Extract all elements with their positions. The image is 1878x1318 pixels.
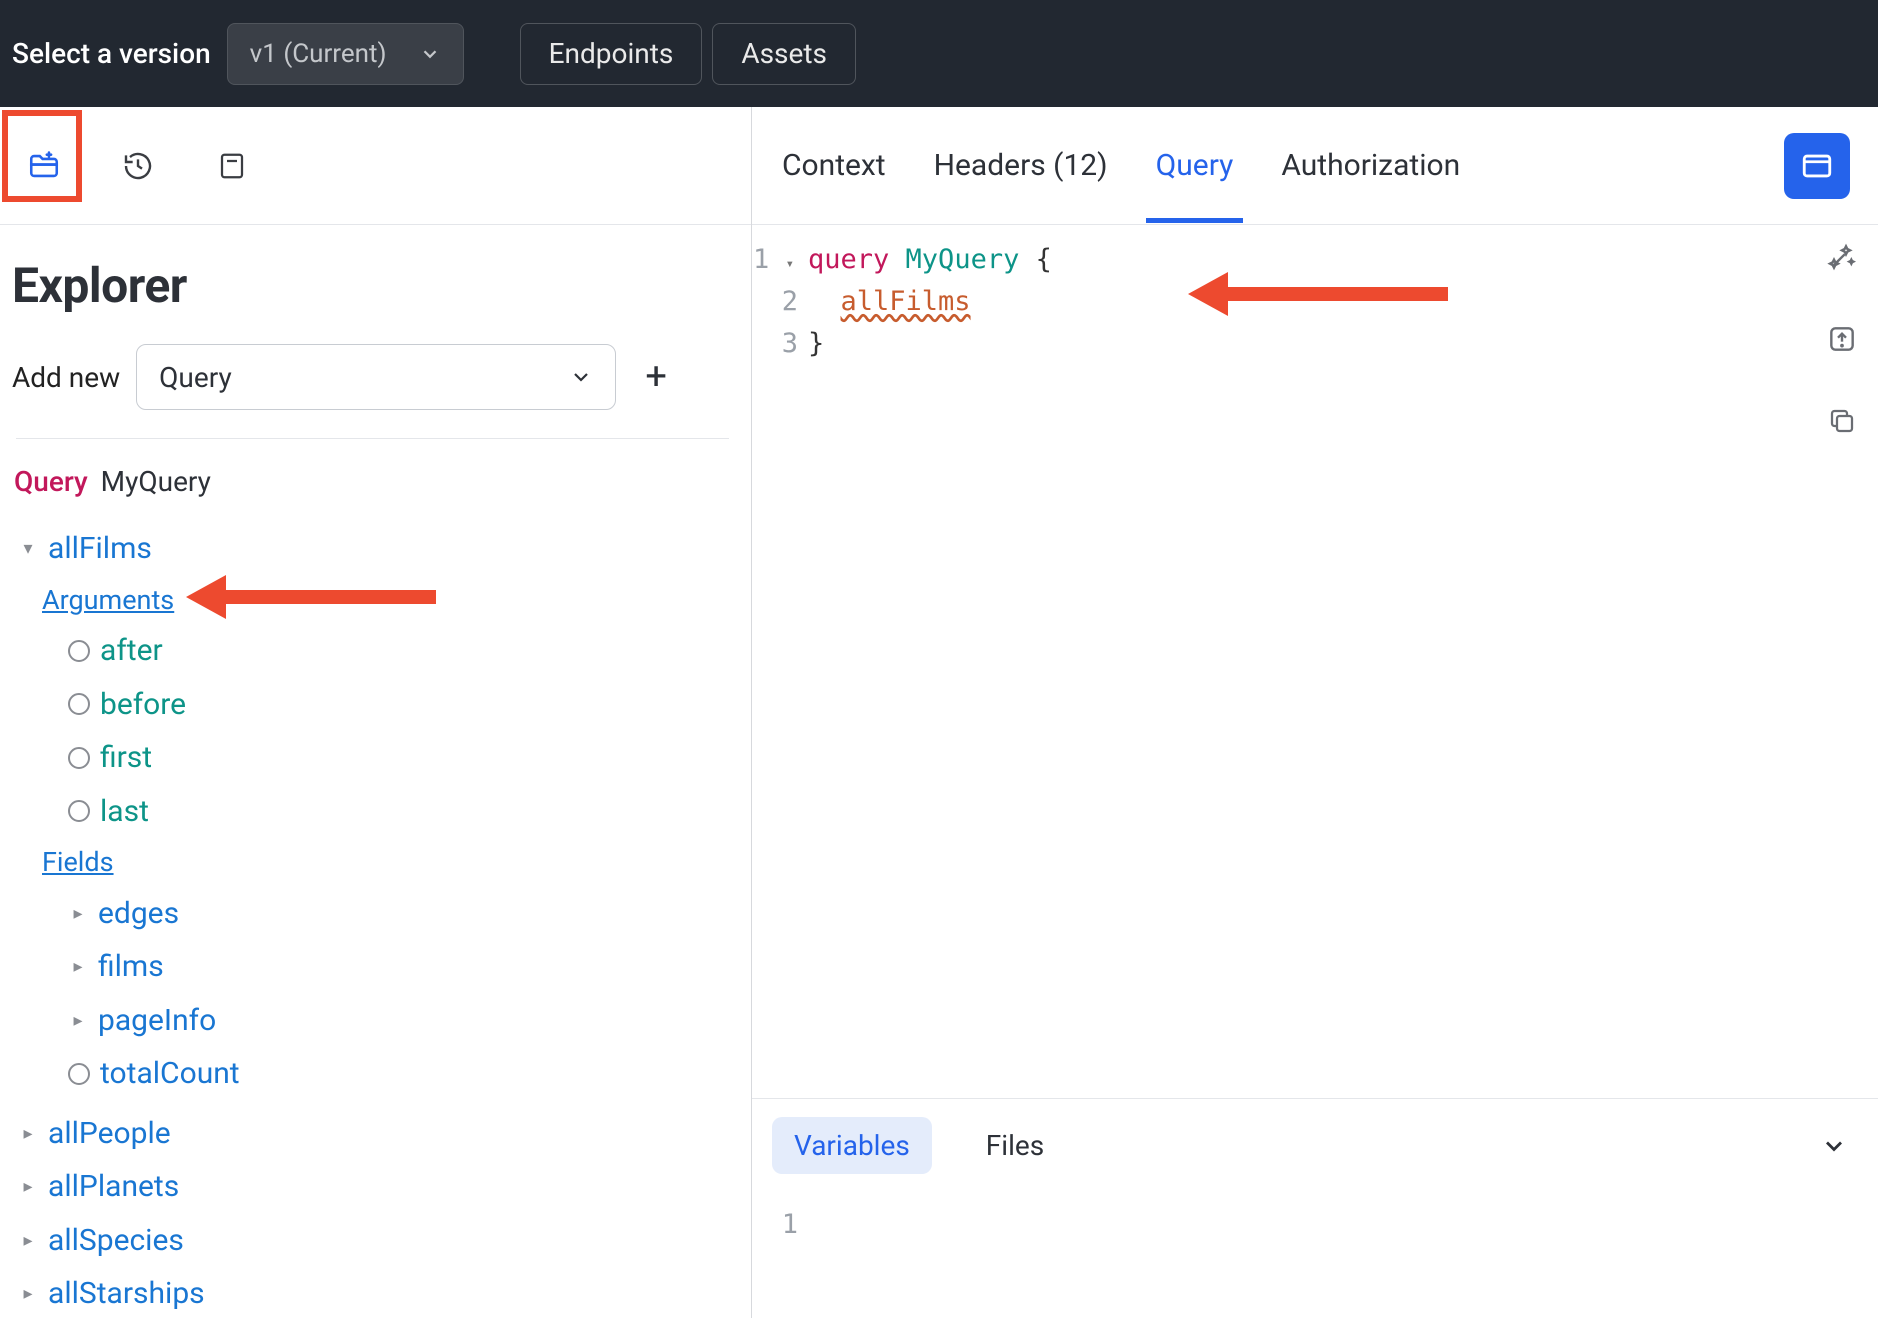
- tree-node-label: allPeople: [48, 1109, 171, 1159]
- tree-node-label: allStarships: [48, 1269, 205, 1318]
- tree-field-edges[interactable]: ▸edges: [12, 887, 733, 941]
- code-editor[interactable]: 1 ▾23 query MyQuery { allFilms}: [752, 225, 1878, 1098]
- editor-tabs: Context Headers (12) Query Authorization: [752, 107, 1878, 225]
- tree-arg-first[interactable]: first: [12, 731, 733, 785]
- variables-editor[interactable]: 1: [752, 1184, 1878, 1252]
- tab-query[interactable]: Query: [1154, 108, 1236, 223]
- addnew-label: Add new: [12, 361, 120, 394]
- right-panel: Context Headers (12) Query Authorization…: [752, 107, 1878, 1318]
- tab-headers[interactable]: Headers (12): [932, 108, 1110, 223]
- tree-node-allpeople[interactable]: ▸allPeople: [12, 1107, 733, 1161]
- left-toolbar: [0, 107, 751, 225]
- tree-field-label: totalCount: [100, 1049, 240, 1099]
- variables-line-number: 1: [752, 1204, 798, 1246]
- left-panel: Explorer Add new Query + Query MyQuery ▾…: [0, 107, 752, 1318]
- tree-node-allstarships[interactable]: ▸allStarships: [12, 1267, 733, 1318]
- bottom-panel-toggle[interactable]: [1820, 1132, 1858, 1160]
- tab-context[interactable]: Context: [780, 108, 888, 223]
- run-button[interactable]: [1784, 133, 1850, 199]
- tab-variables[interactable]: Variables: [772, 1117, 932, 1174]
- tree-field-label: pageInfo: [98, 996, 216, 1046]
- tree-field-pageInfo[interactable]: ▸pageInfo: [12, 994, 733, 1048]
- tree-node-label: allFilms: [48, 524, 152, 574]
- tree-field-label: edges: [98, 889, 179, 939]
- bottom-panel: Variables Files 1: [752, 1098, 1878, 1318]
- addnew-plus-button[interactable]: +: [632, 358, 680, 396]
- magic-wand-icon[interactable]: [1824, 239, 1860, 275]
- copy-icon[interactable]: [1824, 403, 1860, 439]
- tree-section-label: Arguments: [42, 578, 174, 623]
- breadcrumb: Query MyQuery: [12, 465, 733, 498]
- collapse-icon[interactable]: [1824, 321, 1860, 357]
- addnew-select[interactable]: Query: [136, 344, 616, 410]
- version-select-text: v1 (Current): [250, 39, 387, 69]
- editor-gutter: 1 ▾23: [752, 225, 808, 1098]
- query-tree: ▾ allFilms Arguments afterbeforefirstlas…: [12, 522, 733, 1318]
- tree-arg-label: last: [100, 787, 149, 837]
- tree-section-arguments[interactable]: Arguments: [12, 576, 733, 625]
- endpoints-button[interactable]: Endpoints: [520, 23, 703, 85]
- tree-field-totalCount[interactable]: totalCount: [12, 1047, 733, 1101]
- assets-button[interactable]: Assets: [712, 23, 856, 85]
- version-label: Select a version: [12, 37, 211, 70]
- tree-node-label: allSpecies: [48, 1216, 184, 1266]
- archive-icon[interactable]: [210, 144, 254, 188]
- divider: [16, 438, 729, 439]
- radio-icon: [68, 1063, 90, 1085]
- line-number: 1 ▾: [752, 239, 798, 281]
- chevron-down-icon: [569, 365, 593, 389]
- breadcrumb-name[interactable]: MyQuery: [101, 465, 211, 498]
- breadcrumb-type[interactable]: Query: [14, 465, 88, 498]
- tree-node-allspecies[interactable]: ▸allSpecies: [12, 1214, 733, 1268]
- editor-side-tools: [1824, 239, 1860, 439]
- chevron-down-icon: [1820, 1132, 1848, 1160]
- tree-arg-after[interactable]: after: [12, 624, 733, 678]
- code-line: query MyQuery {: [808, 239, 1052, 281]
- radio-icon: [68, 800, 90, 822]
- radio-icon: [68, 693, 90, 715]
- code-line: }: [808, 323, 1052, 365]
- tree-arg-last[interactable]: last: [12, 785, 733, 839]
- editor-code[interactable]: query MyQuery { allFilms}: [808, 225, 1052, 1098]
- tree-node-allfilms[interactable]: ▾ allFilms: [12, 522, 733, 576]
- radio-icon: [68, 747, 90, 769]
- tree-section-fields[interactable]: Fields: [12, 838, 733, 887]
- line-number: 3: [752, 323, 798, 365]
- code-line: allFilms: [808, 281, 1052, 323]
- radio-icon: [68, 640, 90, 662]
- play-icon: [1800, 149, 1834, 183]
- explorer-panel: Explorer Add new Query + Query MyQuery ▾…: [0, 225, 751, 1318]
- tab-files[interactable]: Files: [964, 1117, 1066, 1174]
- tree-arg-before[interactable]: before: [12, 678, 733, 732]
- tree-arg-label: first: [100, 733, 152, 783]
- tree-field-films[interactable]: ▸films: [12, 940, 733, 994]
- tab-authorization[interactable]: Authorization: [1279, 108, 1462, 223]
- tree-node-label: allPlanets: [48, 1162, 179, 1212]
- tree-section-label: Fields: [42, 840, 114, 885]
- explorer-title: Explorer: [12, 257, 733, 314]
- tree-field-label: films: [98, 942, 164, 992]
- topbar: Select a version v1 (Current) Endpoints …: [0, 0, 1878, 107]
- line-number: 2: [752, 281, 798, 323]
- chevron-down-icon: [419, 43, 441, 65]
- tree-node-allplanets[interactable]: ▸allPlanets: [12, 1160, 733, 1214]
- explorer-icon[interactable]: [22, 144, 66, 188]
- tree-arg-label: after: [100, 626, 163, 676]
- tree-arg-label: before: [100, 680, 186, 730]
- version-select[interactable]: v1 (Current): [227, 23, 464, 85]
- history-icon[interactable]: [116, 144, 160, 188]
- addnew-select-value: Query: [159, 361, 232, 394]
